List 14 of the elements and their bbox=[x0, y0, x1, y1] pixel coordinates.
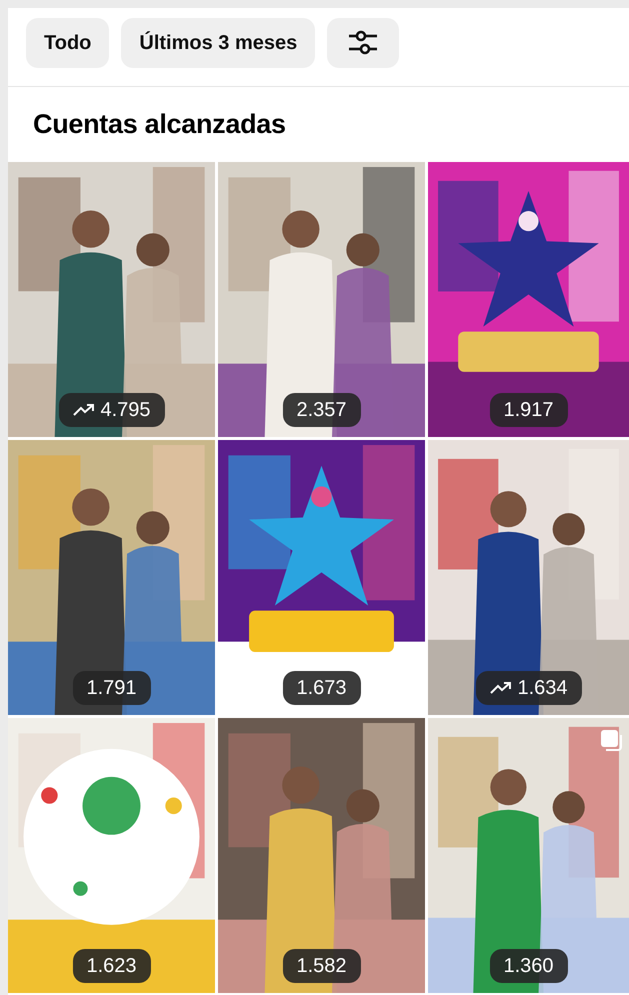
reach-count-badge: 1.791 bbox=[72, 671, 151, 705]
reach-count-badge: 1.582 bbox=[282, 949, 361, 983]
filter-button[interactable]: Últimos 3 meses bbox=[121, 18, 316, 68]
filter-settings-button[interactable] bbox=[327, 18, 400, 68]
reach-count-badge: 1.634 bbox=[475, 671, 582, 705]
filter-button[interactable]: Todo bbox=[26, 18, 110, 68]
reach-count-badge: 2.357 bbox=[282, 393, 361, 427]
reach-count-badge: 1.917 bbox=[489, 393, 568, 427]
reach-count-badge: 1.673 bbox=[282, 671, 361, 705]
sliders-icon bbox=[347, 29, 380, 57]
reach-count-badge: 1.360 bbox=[489, 949, 568, 983]
reach-count-badge: 4.795 bbox=[58, 393, 165, 427]
reach-count-badge: 1.623 bbox=[72, 949, 151, 983]
section-title: Cuentas alcanzadas bbox=[33, 108, 286, 142]
